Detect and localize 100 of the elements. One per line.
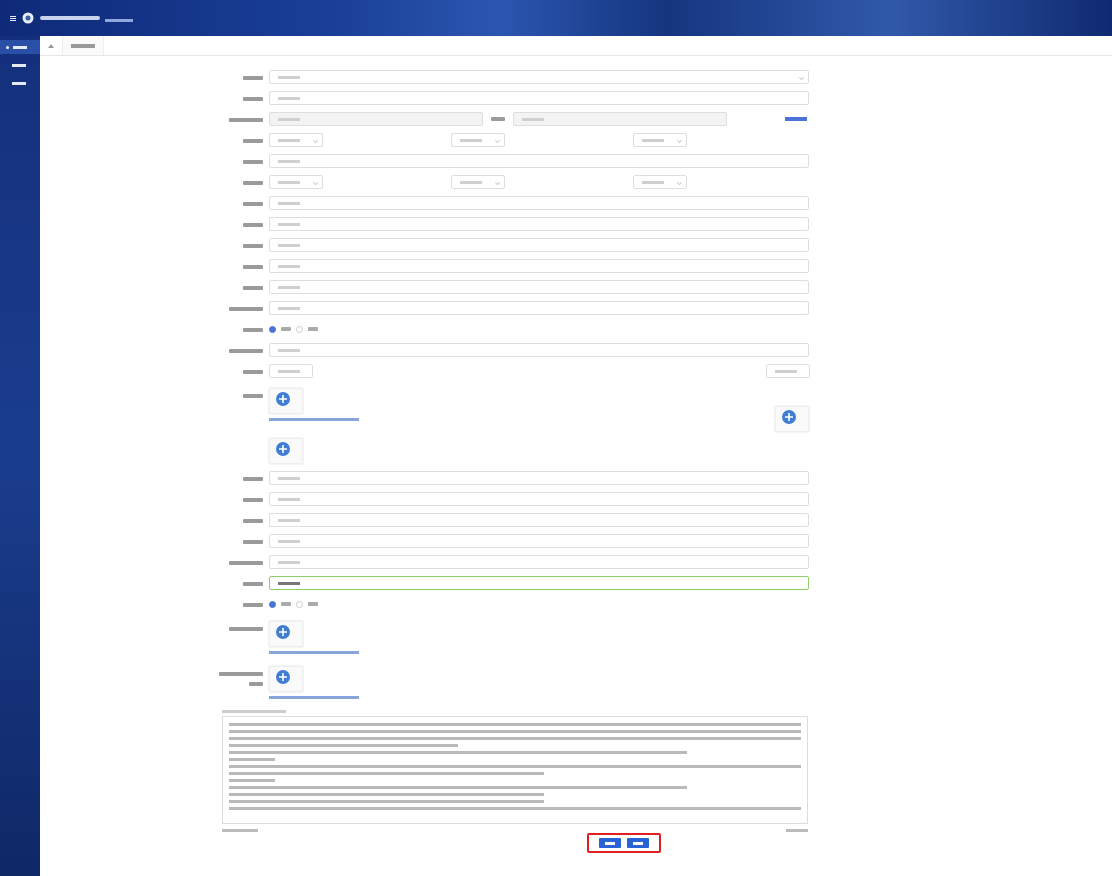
- label-blur: [249, 682, 263, 686]
- placeholder-blur: [278, 518, 300, 522]
- add-circle-icon: [782, 410, 796, 424]
- label-blur: [219, 672, 263, 676]
- label-blur: [243, 519, 263, 523]
- label-blur: [243, 244, 263, 248]
- link-blur[interactable]: [785, 117, 807, 121]
- label-blur: [229, 307, 263, 311]
- input-field[interactable]: [269, 471, 809, 485]
- label-blur: [243, 286, 263, 290]
- label-blur: [243, 370, 263, 374]
- select-field[interactable]: [633, 133, 687, 147]
- placeholder-blur: [278, 285, 300, 289]
- counter-blur: [786, 828, 808, 832]
- select-field[interactable]: [269, 133, 323, 147]
- input-field[interactable]: [766, 364, 810, 378]
- sidebar-item[interactable]: [0, 40, 40, 54]
- placeholder-blur: [278, 222, 300, 226]
- placeholder-blur: [278, 348, 300, 352]
- input-field[interactable]: [269, 217, 809, 231]
- label-blur: [243, 603, 263, 607]
- upload-box[interactable]: [269, 388, 303, 414]
- select-field[interactable]: [269, 70, 809, 84]
- select-field[interactable]: [451, 133, 505, 147]
- input-field[interactable]: [269, 238, 809, 252]
- placeholder-blur: [460, 138, 482, 142]
- upload-box[interactable]: [269, 621, 303, 647]
- label-blur: [243, 582, 263, 586]
- placeholder-blur: [278, 96, 300, 100]
- label-blur: [491, 117, 505, 121]
- action-button[interactable]: [627, 838, 649, 848]
- label-blur: [243, 265, 263, 269]
- menu-icon[interactable]: [10, 15, 16, 21]
- option-blur: [281, 327, 291, 331]
- placeholder-blur: [278, 159, 300, 163]
- placeholder-blur: [278, 201, 300, 205]
- label-blur: [229, 627, 263, 631]
- title-blur: [40, 16, 100, 20]
- placeholder-blur: [278, 306, 300, 310]
- radio-button[interactable]: [269, 600, 276, 608]
- upload-box[interactable]: [269, 666, 303, 692]
- placeholder-blur: [460, 180, 482, 184]
- input-field[interactable]: [269, 576, 809, 590]
- option-blur: [308, 602, 318, 606]
- placeholder-blur: [278, 264, 300, 268]
- input-field[interactable]: [269, 301, 809, 315]
- input-field[interactable]: [269, 555, 809, 569]
- add-circle-icon: [276, 392, 290, 406]
- add-circle-icon: [276, 625, 290, 639]
- label-blur: [243, 223, 263, 227]
- input-field[interactable]: [269, 196, 809, 210]
- label-blur: [243, 540, 263, 544]
- placeholder-blur: [278, 117, 300, 121]
- input-field[interactable]: [269, 364, 313, 378]
- upload-box[interactable]: [269, 438, 303, 464]
- label-blur: [243, 202, 263, 206]
- placeholder-blur: [278, 243, 300, 247]
- agreement-title-blur: [222, 710, 286, 713]
- tab[interactable]: [62, 36, 104, 55]
- label-blur: [243, 97, 263, 101]
- add-circle-icon: [276, 670, 290, 684]
- label-blur: [243, 181, 263, 185]
- placeholder-blur: [642, 180, 664, 184]
- radio-button[interactable]: [269, 325, 276, 333]
- add-circle-icon: [276, 442, 290, 456]
- placeholder-blur: [642, 138, 664, 142]
- radio-button[interactable]: [296, 325, 303, 333]
- upload-box[interactable]: [775, 406, 809, 432]
- caret-icon[interactable]: [48, 43, 54, 48]
- label-blur: [243, 160, 263, 164]
- placeholder-blur: [522, 117, 544, 121]
- radio-button[interactable]: [296, 600, 303, 608]
- label-blur: [229, 349, 263, 353]
- input-field[interactable]: [269, 154, 809, 168]
- agreement-textarea[interactable]: [222, 716, 808, 824]
- placeholder-blur: [278, 560, 300, 564]
- option-blur: [308, 327, 318, 331]
- action-button[interactable]: [599, 838, 621, 848]
- subtitle-blur: [105, 18, 133, 22]
- label-blur: [243, 477, 263, 481]
- logo-icon: [21, 12, 35, 24]
- label-blur: [243, 328, 263, 332]
- placeholder-blur: [278, 138, 300, 142]
- input-field[interactable]: [269, 343, 809, 357]
- input-field[interactable]: [269, 513, 809, 527]
- input-field[interactable]: [269, 280, 809, 294]
- placeholder-blur: [775, 369, 797, 373]
- select-field[interactable]: [451, 175, 505, 189]
- option-blur: [281, 602, 291, 606]
- input-field[interactable]: [269, 492, 809, 506]
- label-blur: [229, 561, 263, 565]
- select-field[interactable]: [269, 175, 323, 189]
- input-field[interactable]: [269, 91, 809, 105]
- placeholder-blur: [278, 539, 300, 543]
- input-field[interactable]: [269, 534, 809, 548]
- text-line-blur: [229, 779, 275, 782]
- input-field[interactable]: [269, 259, 809, 273]
- select-field[interactable]: [633, 175, 687, 189]
- agree-checkbox-blur[interactable]: [222, 828, 258, 832]
- placeholder-blur: [278, 75, 300, 79]
